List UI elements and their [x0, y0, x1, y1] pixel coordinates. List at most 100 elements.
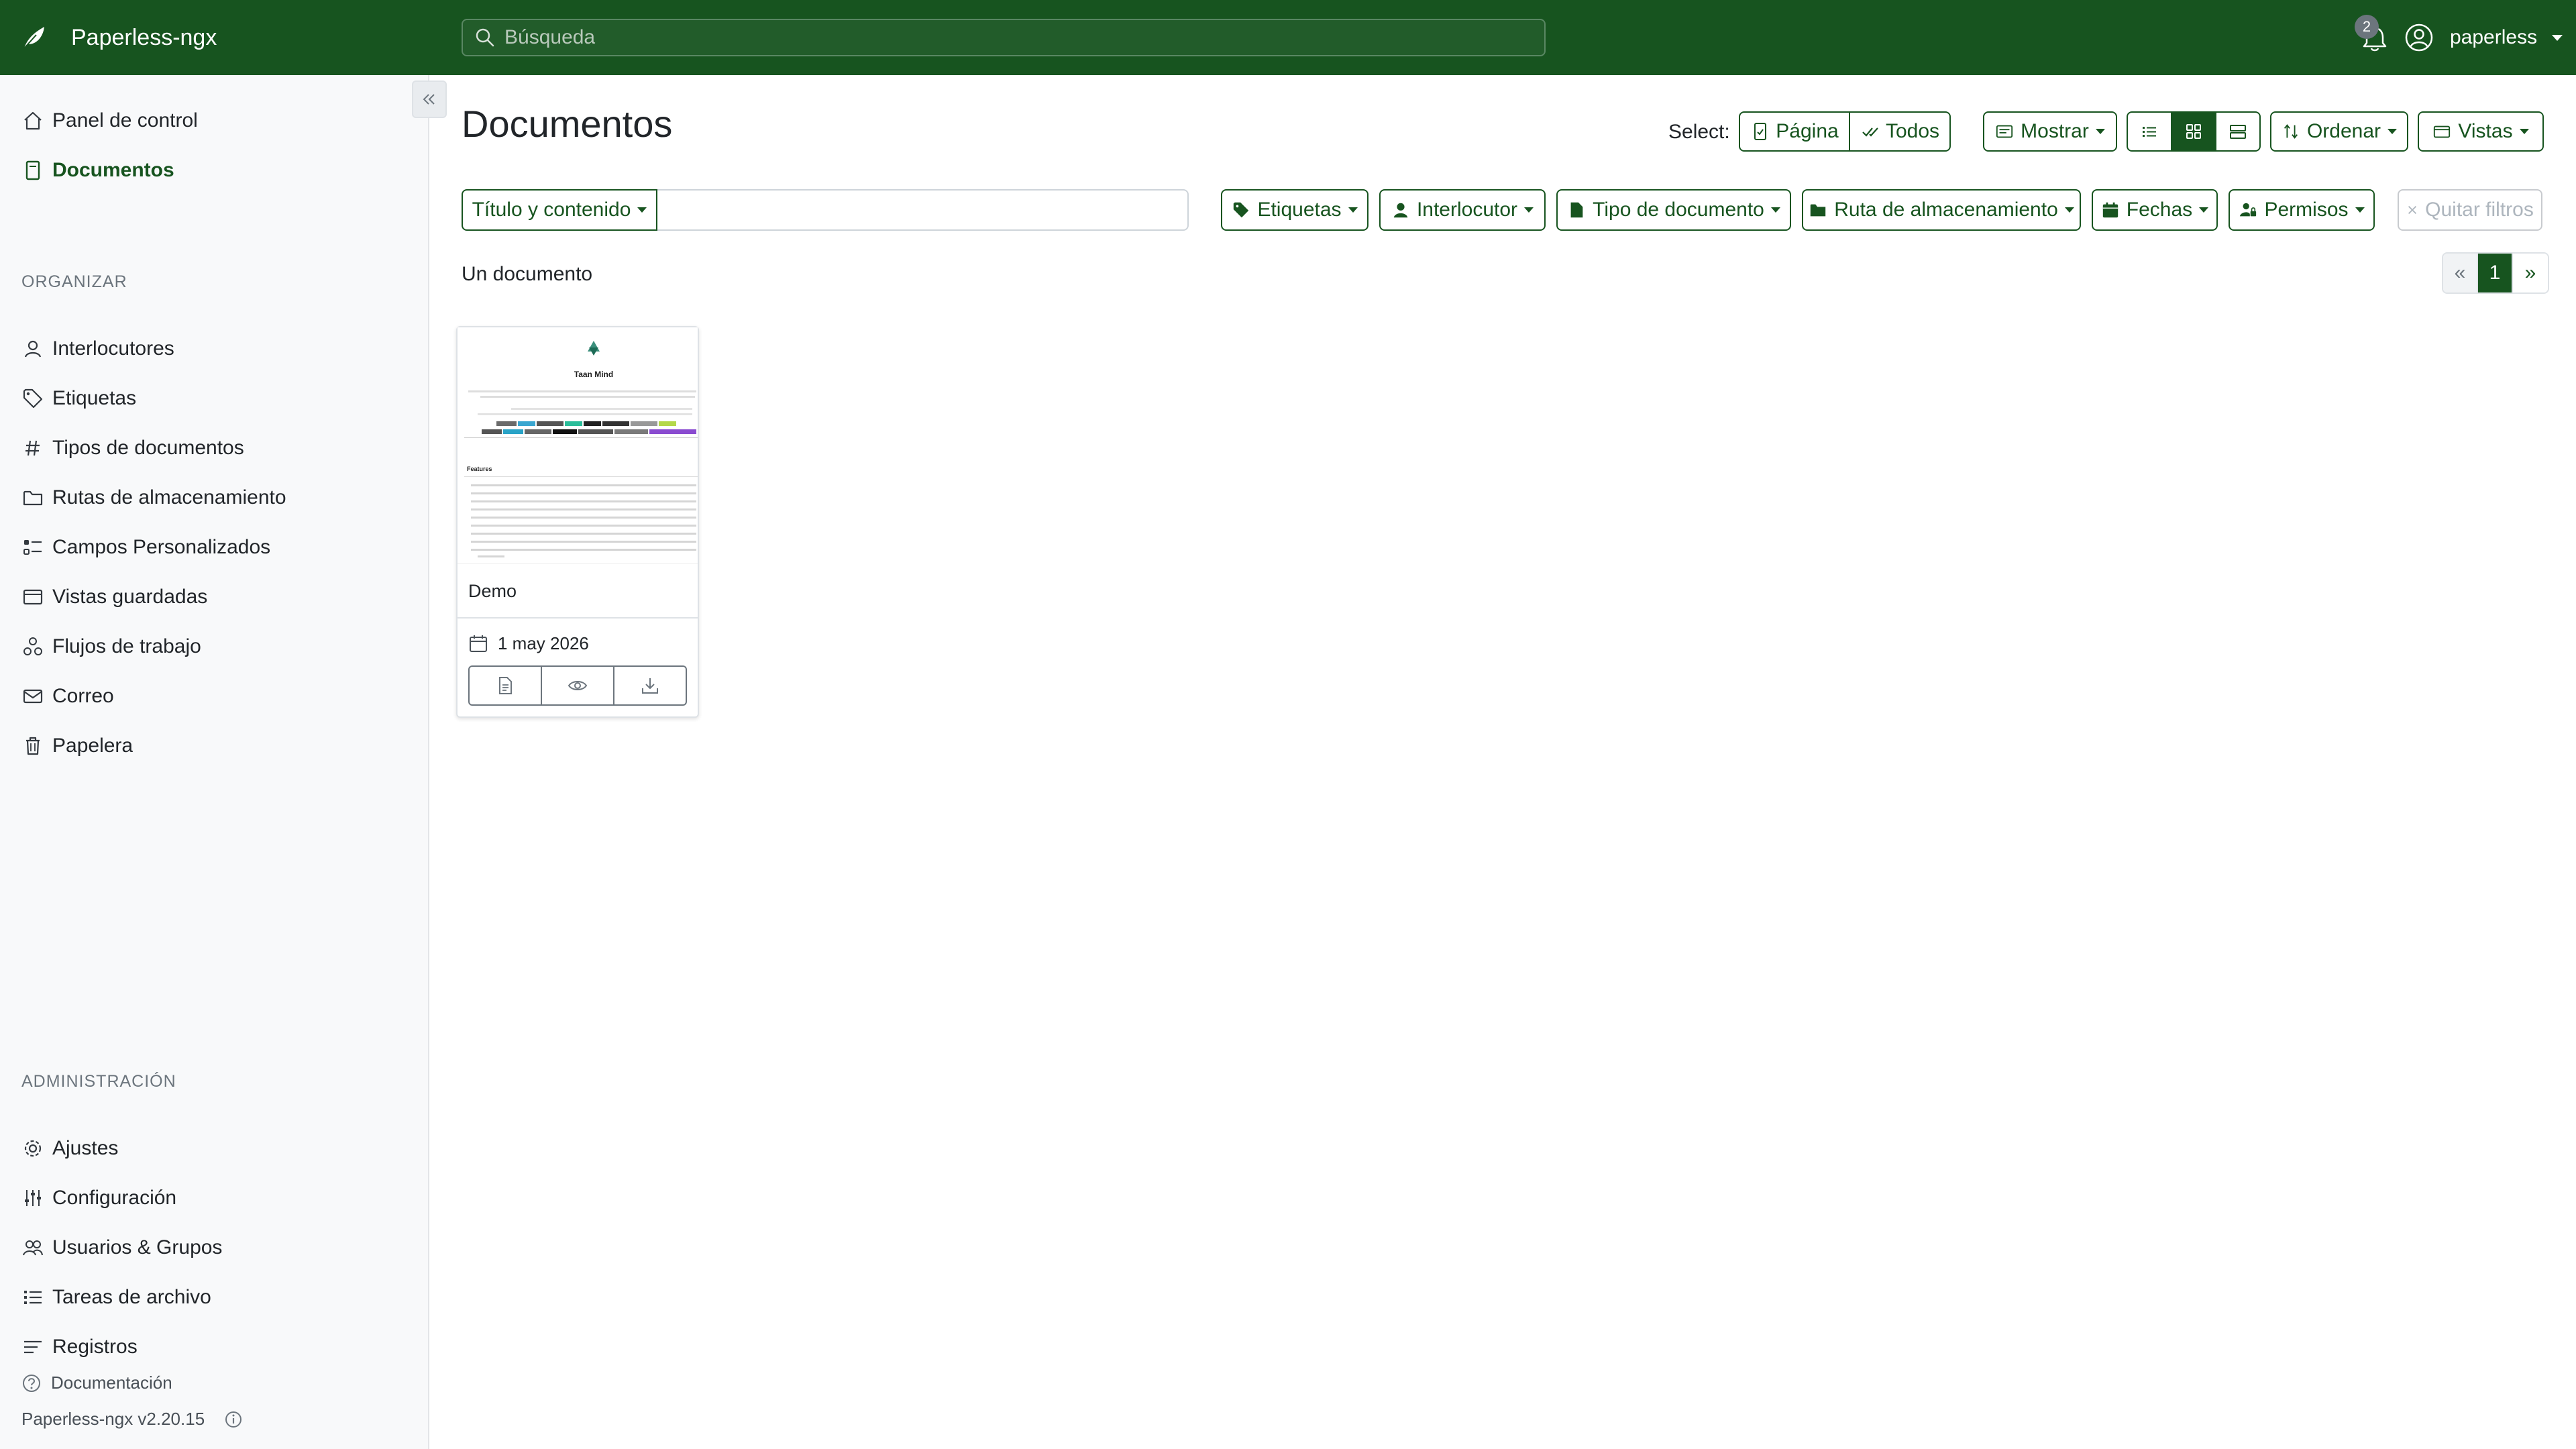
app-name: Paperless-ngx	[71, 24, 217, 50]
permissions-filter-dropdown[interactable]: Permisos	[2229, 189, 2375, 231]
sidebar-item-label: Etiquetas	[52, 387, 137, 409]
sidebar-item-label: Correo	[52, 685, 114, 707]
sidebar-item-document-types[interactable]: Tipos de documentos	[21, 428, 244, 468]
correspondent-filter-dropdown[interactable]: Interlocutor	[1379, 189, 1546, 231]
sidebar-item-logs[interactable]: Registros	[21, 1327, 138, 1367]
tag-fill-icon	[1234, 202, 1249, 218]
title-filter-type-dropdown[interactable]: Título y contenido	[462, 189, 657, 231]
brand-link[interactable]: Paperless-ngx	[20, 0, 217, 75]
small-cards-view-button[interactable]	[2172, 113, 2216, 150]
people-icon	[23, 1240, 43, 1256]
notifications-button[interactable]: 2	[2355, 15, 2390, 55]
sliders-icon	[25, 1190, 41, 1206]
window-stack-icon	[23, 589, 43, 605]
caret-down-icon	[2064, 207, 2074, 213]
tags-filter-dropdown[interactable]: Etiquetas	[1221, 189, 1368, 231]
sidebar-item-storage-paths[interactable]: Rutas de almacenamiento	[21, 478, 286, 518]
thumb-features: Features	[467, 466, 492, 472]
card-divider	[458, 617, 698, 619]
file-icon	[25, 160, 40, 180]
large-cards-view-button[interactable]	[2216, 113, 2259, 150]
select-all-button[interactable]: Todos	[1850, 113, 1949, 150]
sidebar-item-trash[interactable]: Papelera	[21, 726, 133, 766]
sidebar-item-settings[interactable]: Ajustes	[21, 1128, 118, 1169]
sidebar-item-dashboard[interactable]: Panel de control	[21, 101, 198, 141]
card-text-icon	[1996, 125, 2013, 138]
pagination-next[interactable]: »	[2513, 254, 2548, 292]
document-card[interactable]: Taan Mind Features Demo 1 may 2026	[456, 326, 699, 718]
document-type-filter-label: Tipo de documento	[1593, 199, 1764, 221]
dates-filter-dropdown[interactable]: Fechas	[2092, 189, 2218, 231]
documentation-link[interactable]: Documentación	[21, 1373, 172, 1393]
window-stack-icon	[2434, 125, 2451, 138]
sidebar-item-custom-fields[interactable]: Campos Personalizados	[21, 527, 270, 568]
document-title: Demo	[468, 581, 517, 601]
calendar-icon	[470, 635, 487, 652]
show-fields-dropdown[interactable]: Mostrar	[1983, 111, 2117, 152]
storage-path-filter-label: Ruta de almacenamiento	[1834, 199, 2058, 221]
sidebar-item-configuration[interactable]: Configuración	[21, 1178, 176, 1218]
check-all-icon	[1862, 127, 1878, 137]
version-label: Paperless-ngx v2.20.15	[21, 1409, 205, 1429]
sidebar-item-correspondents[interactable]: Interlocutores	[21, 329, 174, 369]
preview-button[interactable]	[542, 667, 614, 704]
caret-down-icon	[2095, 129, 2105, 134]
clear-filters-button[interactable]: Quitar filtros	[2398, 189, 2542, 231]
sidebar-item-saved-views[interactable]: Vistas guardadas	[21, 577, 207, 617]
sidebar-item-mail[interactable]: Correo	[21, 676, 114, 716]
views-dropdown[interactable]: Vistas	[2418, 111, 2544, 152]
details-view-button[interactable]	[2128, 113, 2172, 150]
select-page-button[interactable]: Página	[1740, 113, 1850, 150]
info-circle-icon[interactable]	[223, 1409, 244, 1430]
document-type-filter-dropdown[interactable]: Tipo de documento	[1556, 189, 1791, 231]
sidebar-item-documents[interactable]: Documentos	[21, 150, 174, 191]
global-search[interactable]	[462, 19, 1546, 56]
sort-dropdown[interactable]: Ordenar	[2270, 111, 2408, 152]
document-date-label: 1 may 2026	[498, 633, 589, 653]
search-input[interactable]	[504, 26, 1511, 49]
sidebar-item-label: Usuarios & Grupos	[52, 1236, 223, 1258]
sidebar-item-users-groups[interactable]: Usuarios & Grupos	[21, 1228, 222, 1268]
sidebar-collapse-button[interactable]	[412, 80, 447, 118]
tags-filter-label: Etiquetas	[1257, 199, 1342, 221]
title-content-input[interactable]	[664, 197, 1174, 224]
caret-down-icon	[1524, 207, 1534, 213]
thumb-heading: Taan Mind	[574, 370, 613, 379]
select-label: Select:	[1668, 121, 1730, 143]
sidebar-item-label: Tareas de archivo	[52, 1286, 211, 1308]
pagination: « 1 »	[2442, 252, 2549, 294]
title-filter-type-label: Título y contenido	[472, 199, 631, 221]
ui-checks-icon	[23, 540, 42, 555]
pagination-prev[interactable]: «	[2443, 254, 2478, 292]
version-info: Paperless-ngx v2.20.15	[21, 1409, 244, 1430]
sidebar-item-label: Flujos de trabajo	[52, 635, 201, 657]
storage-path-filter-dropdown[interactable]: Ruta de almacenamiento	[1802, 189, 2081, 231]
calendar-fill-icon	[2102, 202, 2118, 218]
pagination-page[interactable]: 1	[2478, 254, 2513, 292]
caret-down-icon	[1348, 207, 1358, 213]
open-details-button[interactable]	[470, 667, 542, 704]
user-menu-toggle[interactable]: paperless	[2404, 21, 2563, 54]
sidebar-item-file-tasks[interactable]: Tareas de archivo	[21, 1277, 211, 1318]
caret-down-icon	[2387, 129, 2398, 134]
folder-icon	[23, 490, 43, 506]
list-icon	[2143, 127, 2156, 137]
grid-icon	[2186, 124, 2201, 139]
sidebar-item-label: Papelera	[52, 735, 133, 757]
trash-icon	[26, 737, 40, 755]
correspondent-filter-label: Interlocutor	[1416, 199, 1518, 221]
person-icon	[24, 340, 42, 358]
section-title-administration: ADMINISTRACIÓN	[21, 1072, 176, 1091]
person-lock-icon	[2240, 203, 2257, 217]
file-text-icon	[499, 677, 512, 694]
leaf-logo-icon	[23, 27, 44, 49]
download-button[interactable]	[614, 667, 686, 704]
sidebar-item-workflows[interactable]: Flujos de trabajo	[21, 627, 201, 667]
show-label: Mostrar	[2021, 120, 2089, 142]
sidebar-item-tags[interactable]: Etiquetas	[21, 378, 136, 419]
document-count: Un documento	[462, 263, 593, 285]
document-thumbnail[interactable]: Taan Mind Features	[458, 327, 698, 564]
person-fill-icon	[1393, 203, 1408, 218]
select-button-group: Página Todos	[1739, 111, 1951, 152]
sidebar: Panel de control Documentos ORGANIZAR In…	[0, 75, 429, 1449]
